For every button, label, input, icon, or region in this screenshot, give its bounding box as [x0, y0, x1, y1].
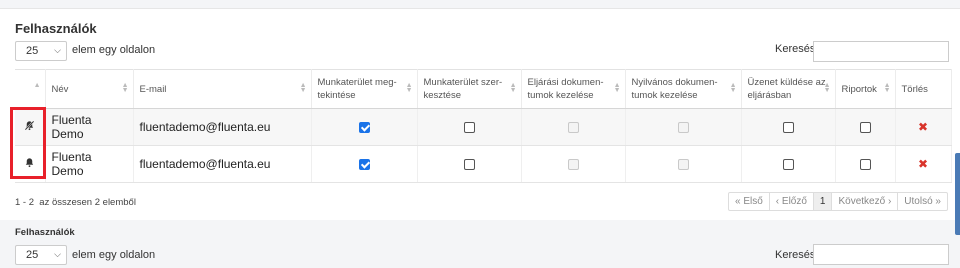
send-message-cell [741, 108, 836, 146]
chevron-down-icon: ⌵ [54, 45, 61, 55]
search-input[interactable] [813, 41, 949, 62]
pager-page-1[interactable]: 1 [813, 193, 833, 210]
public-docs-cell [625, 145, 742, 183]
procedure-docs-checkbox [567, 122, 579, 134]
pager-next-button[interactable]: Következő › [832, 193, 899, 210]
reports-checkbox[interactable] [859, 122, 871, 134]
user-name: Fluenta Demo [45, 108, 134, 146]
send-message-cell [741, 145, 836, 183]
page-length-value-2: 25 [26, 249, 39, 261]
procedure-docs-cell [521, 108, 626, 146]
view-workspace-checkbox[interactable] [358, 159, 370, 171]
page-length-value: 25 [26, 45, 39, 57]
notification-toggle[interactable] [15, 108, 46, 146]
pager-first-button[interactable]: « Első [729, 193, 770, 210]
procedure-docs-cell [521, 145, 626, 183]
public-docs-checkbox [677, 122, 689, 134]
search-label: Keresés [775, 43, 816, 55]
sort-icon: ▲ ▼ [509, 82, 517, 94]
header-procedure-docs[interactable]: Eljárási dokumen-tumok kezelése ▲ ▼ [521, 69, 626, 109]
edit-workspace-cell [417, 108, 522, 146]
header-email[interactable]: E-mail ▲ ▼ [133, 69, 312, 109]
header-send-message[interactable]: Üzenet küldése az eljárásban ▲ ▼ [741, 69, 836, 109]
send-message-checkbox[interactable] [782, 159, 794, 171]
public-docs-checkbox [677, 159, 689, 171]
notification-toggle[interactable] [15, 145, 46, 183]
search-input-2[interactable] [813, 244, 949, 265]
page-length-select[interactable]: 25 ⌵ [15, 41, 67, 61]
reports-cell [835, 145, 896, 183]
page-length-label-2: elem egy oldalon [72, 249, 156, 261]
scrollbar-thumb[interactable] [955, 153, 960, 235]
pager-last-button[interactable]: Utolsó » [898, 193, 947, 210]
header-name[interactable]: Név ▲ ▼ [45, 69, 134, 109]
header-edit-workspace[interactable]: Munkaterület szer-kesztése ▲ ▼ [417, 69, 522, 109]
table-row: Fluenta Demo fluentademo@fluenta.eu ✖ [15, 145, 952, 183]
sort-icon: ▲ ▼ [405, 82, 413, 94]
header-public-docs[interactable]: Nyilvános dokumen-tumok kezelése ▲ ▼ [625, 69, 742, 109]
sort-icon: ▲ ▼ [883, 82, 891, 94]
edit-workspace-checkbox[interactable] [463, 122, 475, 134]
sort-icon: ▲ ▼ [299, 82, 307, 94]
sort-icon: ▲ [33, 82, 41, 89]
reports-cell [835, 108, 896, 146]
header-view-workspace[interactable]: Munkaterület meg-tekintése ▲ ▼ [311, 69, 418, 109]
delete-cell: ✖ [895, 145, 952, 183]
public-docs-cell [625, 108, 742, 146]
pager-prev-button[interactable]: ‹ Előző [770, 193, 814, 210]
user-email: fluentademo@fluenta.eu [133, 145, 312, 183]
section-title: Felhasználók [15, 21, 97, 36]
page-length-label: elem egy oldalon [72, 44, 156, 56]
chevron-down-icon: ⌵ [54, 249, 61, 259]
delete-icon[interactable]: ✖ [918, 120, 928, 134]
header-reports[interactable]: Riportok ▲ ▼ [835, 69, 896, 109]
bell-icon [26, 158, 34, 168]
delete-icon[interactable]: ✖ [918, 157, 928, 171]
bell-off-icon [24, 120, 35, 131]
search-label-2: Keresés [775, 249, 816, 261]
edit-workspace-checkbox[interactable] [463, 159, 475, 171]
users-panel: Felhasználók 25 ⌵ elem egy oldalon Keres… [0, 8, 960, 220]
table-header-row: ▲ Név ▲ ▼ E-mail ▲ ▼ Munkaterület meg-tekint… [15, 69, 952, 109]
edit-workspace-cell [417, 145, 522, 183]
table-info: 1 - 2 az összesen 2 elemből [15, 197, 136, 208]
section-title-2: Felhasználók [15, 227, 75, 238]
procedure-docs-checkbox [567, 159, 579, 171]
view-workspace-cell [311, 145, 418, 183]
table-row: Fluenta Demo fluentademo@fluenta.eu ✖ [15, 108, 952, 146]
pagination: « Első ‹ Előző 1 Következő › Utolsó » [728, 192, 948, 211]
sort-icon: ▲ ▼ [613, 82, 621, 94]
sort-icon: ▲ ▼ [121, 82, 129, 94]
send-message-checkbox[interactable] [782, 122, 794, 134]
sort-icon: ▲ ▼ [823, 82, 831, 94]
user-email: fluentademo@fluenta.eu [133, 108, 312, 146]
reports-checkbox[interactable] [859, 159, 871, 171]
delete-cell: ✖ [895, 108, 952, 146]
header-delete[interactable]: Törlés [895, 69, 952, 109]
page-length-select-2[interactable]: 25 ⌵ [15, 245, 67, 265]
sort-icon: ▲ ▼ [729, 82, 737, 94]
view-workspace-cell [311, 108, 418, 146]
view-workspace-checkbox[interactable] [358, 122, 370, 134]
users-table: ▲ Név ▲ ▼ E-mail ▲ ▼ Munkaterület meg-tekint… [15, 69, 952, 183]
header-icon-col[interactable]: ▲ [15, 69, 46, 109]
user-name: Fluenta Demo [45, 145, 134, 183]
